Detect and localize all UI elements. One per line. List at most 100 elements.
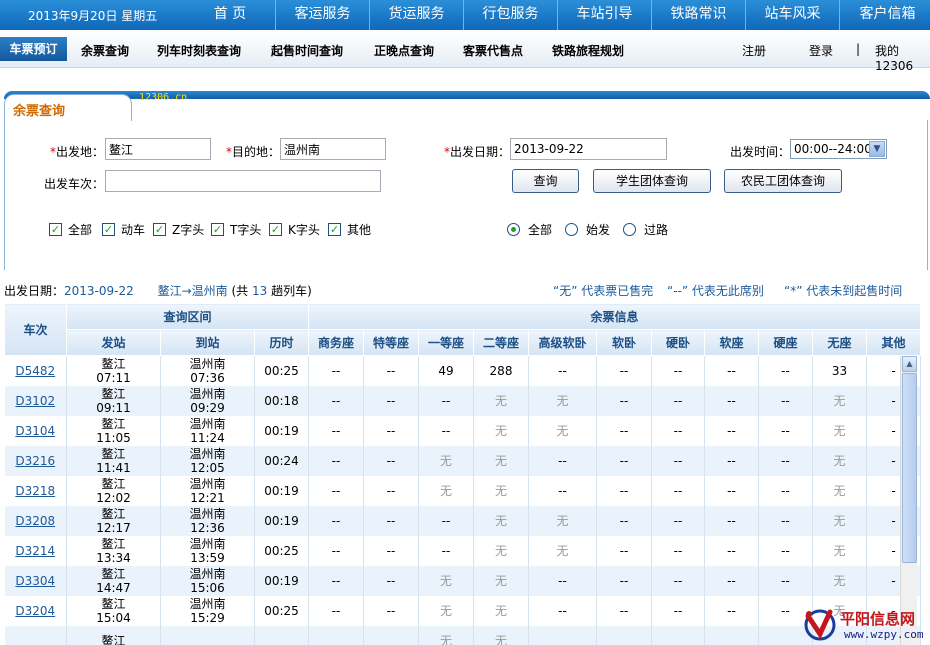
seat-availability-cell: -- bbox=[363, 475, 419, 506]
seat-availability-cell bbox=[596, 625, 652, 645]
seat-availability-cell: -- bbox=[758, 385, 813, 416]
seat-availability-cell: 无 bbox=[528, 505, 597, 536]
scroll-thumb[interactable] bbox=[902, 373, 917, 563]
tab-ticket-booking[interactable]: 车票预订 bbox=[0, 37, 67, 61]
to-station-input[interactable] bbox=[280, 138, 386, 160]
train-number-link[interactable]: D5482 bbox=[4, 355, 67, 386]
nav-customer-mailbox[interactable]: 客户信箱 bbox=[839, 0, 930, 30]
station-time: 12:17 bbox=[96, 520, 131, 535]
from-station-cell: 鳌江 12:02 bbox=[66, 475, 161, 506]
train-number-link[interactable]: D3304 bbox=[4, 565, 67, 596]
checkmark-icon: ✓ bbox=[211, 223, 224, 236]
nav-railway-knowledge[interactable]: 铁路常识 bbox=[651, 0, 745, 30]
seat-availability-cell: -- bbox=[418, 505, 474, 536]
station-time: 11:24 bbox=[190, 430, 225, 445]
nav-freight-service[interactable]: 货运服务 bbox=[369, 0, 463, 30]
seat-availability-cell: -- bbox=[651, 595, 705, 626]
seat-availability-cell: -- bbox=[308, 445, 364, 476]
radio-all[interactable]: 全部 bbox=[507, 221, 552, 238]
tab-trip-planner[interactable]: 铁路旅程规划 bbox=[552, 42, 624, 59]
seat-availability-cell: 无 bbox=[418, 625, 474, 645]
seat-availability-cell: -- bbox=[308, 385, 364, 416]
filter-other-checkbox[interactable]: ✓ 其他 bbox=[328, 221, 371, 238]
radio-passing[interactable]: 过路 bbox=[623, 221, 668, 238]
station-name: 鳌江 bbox=[101, 446, 126, 461]
scroll-up-icon[interactable]: ▲ bbox=[902, 356, 917, 372]
train-number-link[interactable]: D3104 bbox=[4, 415, 67, 446]
station-time: 15:06 bbox=[190, 580, 225, 595]
table-scrollbar[interactable]: ▲ bbox=[900, 356, 917, 645]
station-name: 鳌江 bbox=[101, 416, 126, 431]
filter-emu-checkbox[interactable]: ✓ 动车 bbox=[102, 221, 145, 238]
sub-nav-bar: 车票预订 余票查询 列车时刻表查询 起售时间查询 正晚点查询 客票代售点 铁路旅… bbox=[0, 30, 930, 73]
migrant-worker-group-query-button[interactable]: 农民工团体查询 bbox=[724, 169, 842, 193]
legend-not-on-sale: “*” 代表未到起售时间 bbox=[784, 284, 903, 298]
seat-availability-cell: 无 bbox=[812, 565, 867, 596]
station-name: 鳌江 bbox=[101, 356, 126, 371]
departure-time-select[interactable]: 00:00--24:00 ▼ bbox=[790, 139, 887, 159]
station-name: 温州南 bbox=[189, 416, 226, 431]
nav-separator: | bbox=[856, 42, 861, 56]
nav-station-style[interactable]: 站车风采 bbox=[745, 0, 839, 30]
filter-t-checkbox[interactable]: ✓ T字头 bbox=[211, 221, 261, 238]
my-12306-link[interactable]: 我的12306 bbox=[875, 42, 930, 73]
train-number-link[interactable]: D3218 bbox=[4, 475, 67, 506]
tab-punctuality[interactable]: 正晚点查询 bbox=[374, 42, 434, 59]
seat-availability-cell: -- bbox=[704, 535, 759, 566]
query-button[interactable]: 查询 bbox=[512, 169, 579, 193]
train-number-link[interactable] bbox=[4, 625, 67, 645]
header-seat-deluxe-sleeper: 高级软卧 bbox=[528, 329, 597, 356]
from-station-input[interactable] bbox=[105, 138, 211, 160]
radio-origin[interactable]: 始发 bbox=[565, 221, 610, 238]
filter-all-checkbox[interactable]: ✓ 全部 bbox=[49, 221, 92, 238]
from-station-cell: 鳌江 bbox=[66, 625, 161, 645]
table-row: D3304 鳌江 14:47 温州南 15:06 00:19 -- -- 无无 -- -- -- -- -… bbox=[4, 565, 921, 596]
station-name: 温州南 bbox=[189, 356, 226, 371]
nav-luggage-service[interactable]: 行包服务 bbox=[463, 0, 557, 30]
duration-cell: 00:19 bbox=[254, 415, 309, 446]
train-number-link[interactable]: D3216 bbox=[4, 445, 67, 476]
station-time: 07:36 bbox=[190, 370, 225, 385]
tab-remaining-tickets[interactable]: 余票查询 bbox=[81, 42, 129, 59]
nav-home[interactable]: 首 页 bbox=[185, 0, 275, 30]
seat-availability-cell: 无 bbox=[473, 415, 529, 446]
nav-passenger-service[interactable]: 客运服务 bbox=[275, 0, 369, 30]
header-from-station: 发站 bbox=[66, 329, 161, 356]
departure-date-input[interactable] bbox=[510, 138, 667, 160]
station-name: 鳌江 bbox=[101, 386, 126, 401]
filter-z-checkbox[interactable]: ✓ Z字头 bbox=[153, 221, 204, 238]
station-time: 13:59 bbox=[190, 550, 225, 565]
tab-sale-time[interactable]: 起售时间查询 bbox=[271, 42, 343, 59]
register-link[interactable]: 注册 bbox=[742, 42, 766, 59]
train-number-link[interactable]: D3102 bbox=[4, 385, 67, 416]
student-group-query-button[interactable]: 学生团体查询 bbox=[593, 169, 711, 193]
login-link[interactable]: 登录 bbox=[809, 42, 833, 59]
seat-availability-cell: 无 bbox=[473, 565, 529, 596]
tab-timetable[interactable]: 列车时刻表查询 bbox=[157, 42, 241, 59]
train-number-link[interactable]: D3208 bbox=[4, 505, 67, 536]
from-station-cell: 鳌江 09:11 bbox=[66, 385, 161, 416]
result-summary: 出发日期：2013-09-22 鳌江→温州南 (共 13 趟列车) bbox=[4, 284, 312, 298]
train-number-link[interactable]: D3204 bbox=[4, 595, 67, 626]
seat-availability-cell: 288 bbox=[473, 355, 529, 386]
seat-availability-cell: 无 bbox=[418, 475, 474, 506]
seat-availability-cell: -- bbox=[308, 565, 364, 596]
seat-availability-cell: -- bbox=[528, 565, 597, 596]
nav-station-guide[interactable]: 车站引导 bbox=[557, 0, 651, 30]
header-to-station: 到站 bbox=[160, 329, 255, 356]
chevron-down-icon[interactable]: ▼ bbox=[869, 141, 885, 157]
seat-availability-cell: 无 bbox=[812, 415, 867, 446]
filter-k-checkbox[interactable]: ✓ K字头 bbox=[269, 221, 320, 238]
radio-icon bbox=[623, 223, 636, 236]
seat-availability-cell: -- bbox=[363, 385, 419, 416]
seat-availability-cell: -- bbox=[308, 475, 364, 506]
station-time: 09:11 bbox=[96, 400, 131, 415]
seat-availability-cell: -- bbox=[704, 445, 759, 476]
train-number-link[interactable]: D3214 bbox=[4, 535, 67, 566]
seat-availability-cell: 无 bbox=[418, 445, 474, 476]
train-number-input[interactable] bbox=[105, 170, 381, 192]
from-station-cell: 鳌江 07:11 bbox=[66, 355, 161, 386]
seat-availability-cell: 无 bbox=[528, 385, 597, 416]
tab-agency-outlets[interactable]: 客票代售点 bbox=[463, 42, 523, 59]
duration-cell: 00:19 bbox=[254, 475, 309, 506]
